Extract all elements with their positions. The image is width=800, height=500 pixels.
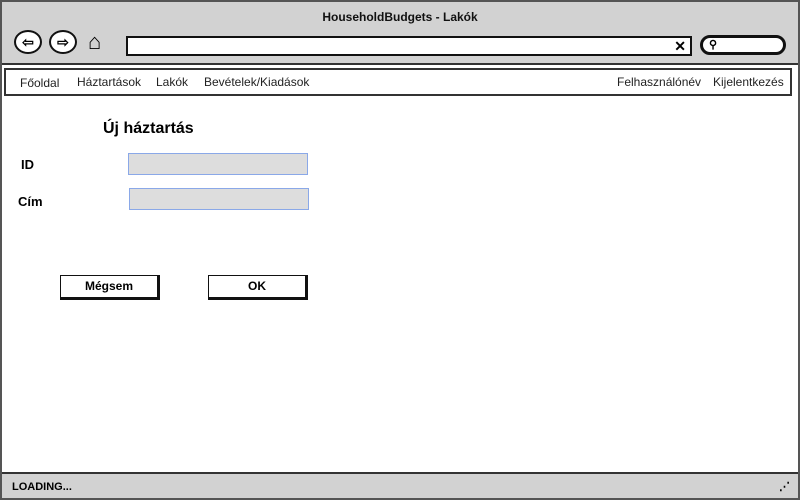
id-label: ID: [21, 157, 34, 172]
search-input[interactable]: ⚲: [700, 35, 786, 55]
search-icon: ⚲: [709, 39, 718, 51]
cancel-button[interactable]: Mégsem: [60, 275, 160, 300]
forward-arrow-icon[interactable]: ⇨: [49, 30, 77, 54]
browser-toolbar: HouseholdBudgets - Lakók ⇦ ⇨ ⌂ ✕ ⚲: [2, 2, 798, 65]
url-input[interactable]: ✕: [126, 36, 692, 56]
status-bar: LOADING... ⋰: [2, 472, 798, 498]
id-field[interactable]: [128, 153, 308, 175]
nav-item-fooldal[interactable]: Főoldal: [20, 76, 59, 90]
status-text: LOADING...: [12, 481, 72, 493]
back-arrow-icon[interactable]: ⇦: [14, 30, 42, 54]
nav-item-lakok[interactable]: Lakók: [156, 75, 188, 89]
window-title: HouseholdBudgets - Lakók: [322, 10, 478, 24]
address-label: Cím: [18, 194, 43, 209]
clear-icon[interactable]: ✕: [674, 38, 686, 54]
address-field[interactable]: [129, 188, 309, 210]
nav-logout[interactable]: Kijelentkezés: [713, 75, 784, 89]
nav-item-bevetelek-kiadasok[interactable]: Bevételek/Kiadások: [204, 75, 309, 89]
resize-grip-icon[interactable]: ⋰: [779, 480, 790, 493]
nav-item-haztartasok[interactable]: Háztartások: [77, 75, 141, 89]
page-title: Új háztartás: [103, 120, 194, 137]
nav-bar: Főoldal Háztartások Lakók Bevételek/Kiad…: [4, 68, 792, 96]
ok-button[interactable]: OK: [208, 275, 308, 300]
nav-username[interactable]: Felhasználónév: [617, 75, 701, 89]
home-icon[interactable]: ⌂: [88, 30, 101, 54]
